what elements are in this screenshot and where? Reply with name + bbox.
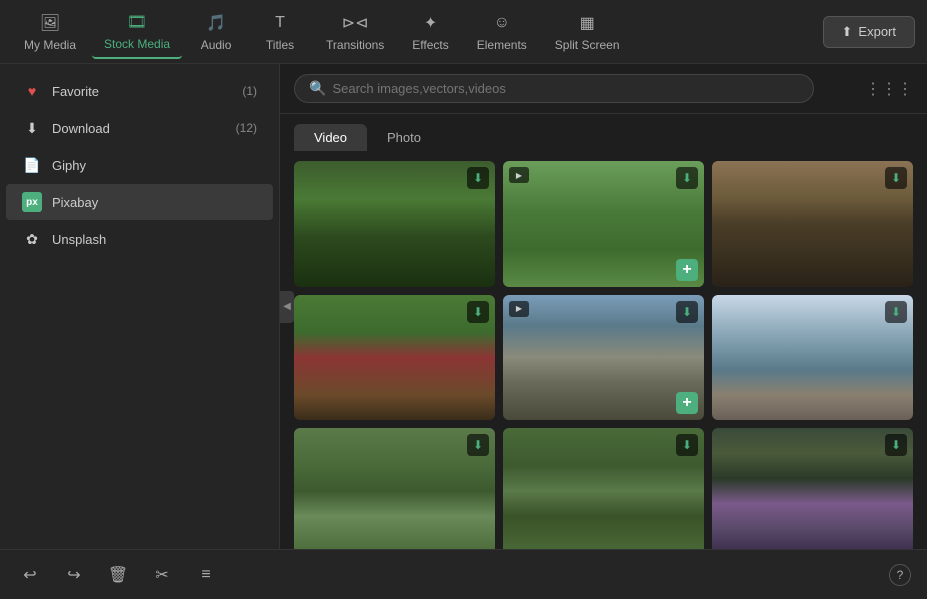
content-header: 🔍 ⋮⋮⋮ [280, 64, 927, 114]
sidebar: ♥ Favorite (1) ⬇ Download (12) 📄 Giphy p… [0, 64, 280, 549]
download-badge-9[interactable]: ⬇ [885, 434, 907, 456]
media-item-1[interactable]: ⬇ [294, 161, 495, 287]
pixabay-sidebar-label: Pixabay [52, 195, 257, 210]
download-count: (12) [236, 121, 257, 135]
media-item-5[interactable]: ▶ ⬇ + [503, 295, 704, 421]
favorite-sidebar-label: Favorite [52, 84, 232, 99]
download-badge-8[interactable]: ⬇ [676, 434, 698, 456]
split-screen-nav-icon: ▦ [576, 12, 598, 34]
video-badge-2: ▶ [509, 167, 529, 183]
download-badge-5[interactable]: ⬇ [676, 301, 698, 323]
pixabay-sidebar-icon: px [22, 192, 42, 212]
giphy-sidebar-icon: 📄 [22, 155, 42, 175]
unsplash-sidebar-icon: ✿ [22, 229, 42, 249]
nav-item-titles[interactable]: T Titles [250, 6, 310, 58]
download-badge-6[interactable]: ⬇ [885, 301, 907, 323]
collapse-sidebar-button[interactable]: ◀ [280, 291, 294, 323]
toolbar-undo-button[interactable]: ↩ [16, 561, 44, 589]
nav-item-audio[interactable]: 🎵 Audio [186, 6, 246, 58]
nav-item-stock-media[interactable]: 🎞 Stock Media [92, 5, 182, 59]
download-sidebar-icon: ⬇ [22, 118, 42, 138]
sidebar-item-giphy[interactable]: 📄 Giphy [6, 147, 273, 183]
media-item-7[interactable]: ⬇ [294, 428, 495, 549]
split-screen-nav-label: Split Screen [555, 38, 620, 52]
audio-nav-label: Audio [201, 38, 232, 52]
grid-view-icon[interactable]: ⋮⋮⋮ [865, 79, 913, 99]
toolbar-list-button[interactable]: ≡ [192, 561, 220, 589]
my-media-nav-label: My Media [24, 38, 76, 52]
elements-nav-icon: ☺ [491, 12, 513, 34]
top-navigation: 🖼 My Media 🎞 Stock Media 🎵 Audio T Title… [0, 0, 927, 64]
effects-nav-icon: ✦ [420, 12, 442, 34]
toolbar-delete-button[interactable]: 🗑 [104, 561, 132, 589]
effects-nav-label: Effects [412, 38, 448, 52]
nav-item-elements[interactable]: ☺ Elements [465, 6, 539, 58]
my-media-nav-icon: 🖼 [39, 12, 61, 34]
add-badge-5[interactable]: + [676, 392, 698, 414]
audio-nav-icon: 🎵 [205, 12, 227, 34]
export-icon: ⬆ [842, 24, 853, 40]
search-icon: 🔍 [309, 80, 326, 97]
media-item-9[interactable]: ⬇ [712, 428, 913, 549]
sidebar-item-favorite[interactable]: ♥ Favorite (1) [6, 73, 273, 109]
download-badge-2[interactable]: ⬇ [676, 167, 698, 189]
search-input[interactable] [332, 81, 799, 96]
stock-media-nav-label: Stock Media [104, 37, 170, 51]
stock-media-nav-icon: 🎞 [126, 11, 148, 33]
titles-nav-icon: T [269, 12, 291, 34]
sidebar-item-download[interactable]: ⬇ Download (12) [6, 110, 273, 146]
media-grid-container[interactable]: ⬇▶⬇+⬇⬇▶⬇+⬇⬇⬇⬇⬇⬇⬇ [280, 151, 927, 549]
media-item-4[interactable]: ⬇ [294, 295, 495, 421]
export-label: Export [858, 24, 896, 39]
favorite-sidebar-icon: ♥ [22, 81, 42, 101]
download-badge-3[interactable]: ⬇ [885, 167, 907, 189]
elements-nav-label: Elements [477, 38, 527, 52]
unsplash-sidebar-label: Unsplash [52, 232, 257, 247]
media-grid: ⬇▶⬇+⬇⬇▶⬇+⬇⬇⬇⬇⬇⬇⬇ [294, 161, 913, 549]
favorite-count: (1) [242, 84, 257, 98]
media-item-3[interactable]: ⬇ [712, 161, 913, 287]
help-button[interactable]: ? [889, 564, 911, 586]
transitions-nav-label: Transitions [326, 38, 384, 52]
video-badge-5: ▶ [509, 301, 529, 317]
download-badge-7[interactable]: ⬇ [467, 434, 489, 456]
nav-item-effects[interactable]: ✦ Effects [400, 6, 460, 58]
download-badge-1[interactable]: ⬇ [467, 167, 489, 189]
toolbar-cut-button[interactable]: ✂ [148, 561, 176, 589]
giphy-sidebar-label: Giphy [52, 158, 257, 173]
search-bar: 🔍 [294, 74, 814, 103]
tab-photo[interactable]: Photo [367, 124, 441, 151]
export-button[interactable]: ⬆ Export [823, 16, 915, 48]
download-sidebar-label: Download [52, 121, 226, 136]
content-area: ◀ 🔍 ⋮⋮⋮ VideoPhoto ⬇▶⬇+⬇⬇▶⬇+⬇⬇⬇⬇⬇⬇⬇ [280, 64, 927, 549]
add-badge-2[interactable]: + [676, 259, 698, 281]
nav-items: 🖼 My Media 🎞 Stock Media 🎵 Audio T Title… [12, 5, 823, 59]
media-item-6[interactable]: ⬇ [712, 295, 913, 421]
download-badge-4[interactable]: ⬇ [467, 301, 489, 323]
media-item-8[interactable]: ⬇ [503, 428, 704, 549]
sidebar-item-unsplash[interactable]: ✿ Unsplash [6, 221, 273, 257]
media-item-2[interactable]: ▶ ⬇ + [503, 161, 704, 287]
main-layout: ♥ Favorite (1) ⬇ Download (12) 📄 Giphy p… [0, 64, 927, 549]
nav-item-split-screen[interactable]: ▦ Split Screen [543, 6, 632, 58]
tab-video[interactable]: Video [294, 124, 367, 151]
nav-item-my-media[interactable]: 🖼 My Media [12, 6, 88, 58]
transitions-nav-icon: ⊳⊲ [344, 12, 366, 34]
nav-item-transitions[interactable]: ⊳⊲ Transitions [314, 6, 396, 58]
titles-nav-label: Titles [266, 38, 294, 52]
sidebar-item-pixabay[interactable]: px Pixabay [6, 184, 273, 220]
bottom-toolbar: ↩ ↪ 🗑 ✂ ≡? [0, 549, 927, 599]
toolbar-redo-button[interactable]: ↪ [60, 561, 88, 589]
media-type-tabs: VideoPhoto [280, 114, 927, 151]
